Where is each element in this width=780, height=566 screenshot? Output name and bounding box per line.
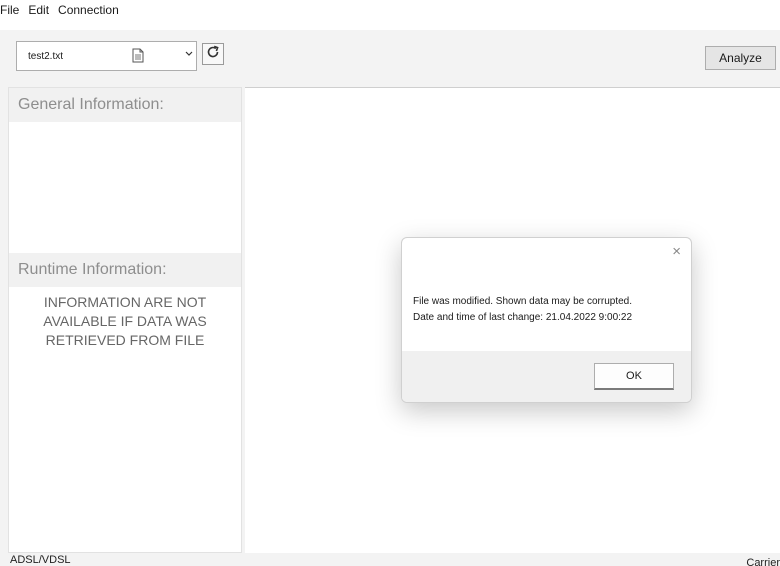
- refresh-icon: [206, 45, 220, 64]
- file-modified-dialog: × File was modified. Shown data may be c…: [401, 237, 692, 403]
- runtime-notice-line: RETRIEVED FROM FILE: [45, 332, 205, 348]
- status-adsl-vdsl[interactable]: ADSL/VDSL: [10, 554, 71, 566]
- runtime-information-header: Runtime Information:: [9, 253, 241, 287]
- dialog-message-line: File was modified. Shown data may be cor…: [413, 296, 632, 307]
- info-panel: General Information: Runtime Information…: [8, 87, 242, 553]
- menu-connection[interactable]: Connection: [55, 3, 125, 17]
- dialog-message: File was modified. Shown data may be cor…: [413, 294, 632, 326]
- toolbar: test2.txt Analyze: [0, 30, 780, 86]
- menu-file[interactable]: File: [0, 3, 25, 17]
- analyze-button[interactable]: Analyze: [705, 46, 776, 70]
- document-icon: [132, 48, 144, 63]
- close-icon[interactable]: ×: [672, 243, 681, 260]
- general-information-header: General Information:: [9, 88, 241, 122]
- file-select[interactable]: test2.txt: [16, 41, 197, 71]
- menu-bar: File Edit Connection: [0, 0, 780, 30]
- status-carrier[interactable]: Carrier: [746, 557, 780, 566]
- dialog-footer: OK: [402, 351, 691, 402]
- runtime-notice-line: INFORMATION ARE NOT: [43, 294, 207, 310]
- runtime-notice-line: AVAILABLE IF DATA WAS: [43, 313, 207, 329]
- menu-edit[interactable]: Edit: [25, 3, 55, 17]
- status-bar: ADSL/VDSL Carrier: [0, 553, 780, 566]
- runtime-notice: INFORMATION ARE NOT AVAILABLE IF DATA WA…: [9, 293, 241, 350]
- file-select-value: test2.txt: [28, 51, 64, 62]
- dialog-message-line: Date and time of last change: 21.04.2022…: [413, 312, 633, 323]
- ok-button[interactable]: OK: [594, 363, 674, 390]
- chevron-down-icon[interactable]: [185, 49, 193, 60]
- refresh-button[interactable]: [202, 43, 224, 65]
